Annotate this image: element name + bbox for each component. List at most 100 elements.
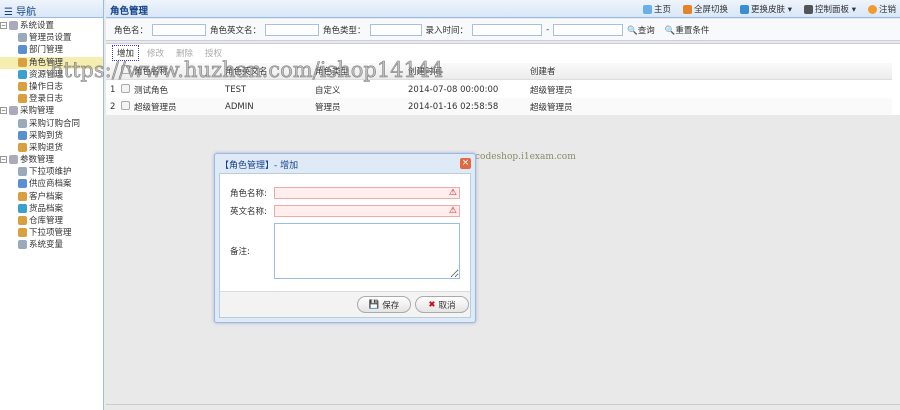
tree-item[interactable]: 仓库管理 — [0, 215, 103, 227]
role-name-label: 角色名： — [114, 25, 149, 36]
cell-type: 自定义 — [315, 85, 341, 96]
date-from-input[interactable] — [472, 23, 543, 36]
item-icon — [18, 142, 27, 152]
col-header[interactable]: 创建者 — [530, 65, 556, 77]
row-checkbox[interactable] — [121, 83, 130, 93]
fullscreen-link[interactable]: 全屏切换 — [683, 3, 728, 15]
date-separator: - — [546, 24, 550, 35]
home-link[interactable]: 主页 — [642, 3, 671, 15]
cell-num: 1 — [110, 84, 116, 95]
item-icon — [18, 240, 27, 250]
cell-en: ADMIN — [225, 101, 254, 112]
tree-item[interactable]: 供应商档案 — [0, 178, 103, 190]
status-footer — [106, 404, 900, 410]
tree-group[interactable]: − 参数管理 — [0, 154, 103, 166]
tree-group[interactable]: − 采购管理 — [0, 105, 103, 117]
tree-item[interactable]: 货品档案 — [0, 203, 103, 215]
collapse-icon[interactable]: − — [0, 107, 7, 115]
role-grid: 增加 修改 删除 授权 角色名称 角色英文名 角色类型 创建时间 创建者 1 测试… — [106, 43, 900, 115]
home-icon — [642, 5, 652, 14]
delete-button[interactable]: 删除 — [172, 46, 197, 60]
role-type-select[interactable] — [369, 23, 422, 36]
col-header[interactable]: 角色英文名 — [225, 65, 268, 77]
remark-textarea[interactable] — [274, 223, 460, 279]
menu-icon: ☰ — [4, 7, 13, 18]
item-icon — [18, 33, 27, 43]
close-icon[interactable]: × — [460, 158, 471, 169]
item-icon — [18, 130, 27, 140]
role-name-field[interactable]: ⚠ — [274, 187, 460, 199]
date-label: 录入时间： — [425, 25, 469, 36]
dialog-footer: 💾 保存 ✖ 取消 — [220, 291, 470, 317]
table-row[interactable]: 1 测试角色 TEST 自定义 2014-07-08 00:00:00 超级管理员 — [106, 81, 892, 98]
folder-icon — [9, 21, 18, 30]
search-bar: 角色名： 角色英文名： 角色类型： 录入时间： - 🔍查询 🔍重置条件 — [106, 19, 900, 41]
item-icon — [18, 167, 27, 177]
tree-item[interactable]: 部门管理 — [0, 44, 103, 56]
role-type-label: 角色类型： — [323, 25, 366, 36]
remark-field-label: 备注: — [230, 247, 250, 257]
top-nav: 主页 全屏切换 更换皮肤 ▾ 控制面板 ▾ 注销 — [642, 3, 896, 15]
edit-button[interactable]: 修改 — [143, 46, 168, 60]
folder-icon — [9, 155, 18, 165]
collapse-icon[interactable]: − — [0, 22, 7, 29]
tree-item[interactable]: 下拉项维护 — [0, 166, 103, 178]
nav-header: ☰ 导航 — [0, 0, 103, 18]
item-icon — [18, 81, 27, 91]
role-name-input[interactable] — [152, 23, 207, 36]
col-header[interactable]: 创建时间 — [408, 65, 442, 77]
tree-item[interactable]: 资源管理 — [0, 69, 103, 81]
save-icon: 💾 — [368, 299, 380, 310]
tree-item[interactable]: 采购退货 — [0, 142, 103, 154]
cell-num: 2 — [110, 101, 116, 112]
cell-creator: 超级管理员 — [530, 102, 573, 113]
tree-item[interactable]: 下拉项管理 — [0, 227, 103, 239]
warning-icon: ⚠ — [448, 206, 457, 216]
grid-toolbar: 增加 修改 删除 授权 — [106, 44, 900, 62]
folder-icon — [9, 106, 18, 116]
tree-item[interactable]: 客户档案 — [0, 191, 103, 203]
panel-titlebar: 角色管理 主页 全屏切换 更换皮肤 ▾ 控制面板 ▾ 注销 — [106, 0, 900, 18]
col-header[interactable]: 角色类型 — [315, 65, 349, 77]
en-name-field[interactable]: ⚠ — [274, 205, 460, 217]
tree-item[interactable]: 角色管理 — [0, 56, 103, 69]
col-header[interactable]: 角色名称 — [134, 65, 168, 77]
tree-item[interactable]: 登录日志 — [0, 93, 103, 105]
tree-item[interactable]: 管理员设置 — [0, 32, 103, 44]
grid-header: 角色名称 角色英文名 角色类型 创建时间 创建者 — [106, 63, 892, 80]
item-icon — [18, 57, 27, 67]
dialog-body: 角色名称: ⚠ 英文名称: ⚠ 备注: 💾 保存 ✖ 取消 — [219, 173, 471, 318]
item-icon — [18, 228, 27, 238]
cell-time: 2014-07-08 00:00:00 — [408, 84, 499, 95]
save-button[interactable]: 💾 保存 — [357, 296, 411, 313]
cancel-button[interactable]: ✖ 取消 — [415, 296, 469, 313]
logout-link[interactable]: 注销 — [867, 3, 896, 15]
en-name-field-label: 英文名称: — [230, 207, 267, 217]
tree-group[interactable]: − 系统设置 — [0, 20, 103, 32]
item-icon — [18, 216, 27, 225]
select-all-checkbox[interactable] — [121, 65, 130, 74]
collapse-icon[interactable]: − — [0, 156, 7, 164]
reset-button[interactable]: 🔍重置条件 — [665, 24, 710, 36]
cell-name: 超级管理员 — [134, 102, 177, 113]
row-checkbox[interactable] — [121, 100, 130, 110]
item-icon — [18, 94, 27, 104]
nav-sidebar: ☰ 导航 − 系统设置 管理员设置 部门管理 角色管理 资源管理 操作日志 登录日志 − 采购管理… — [0, 0, 104, 410]
tree-item[interactable]: 系统变量 — [0, 239, 103, 251]
control-panel-menu[interactable]: 控制面板 ▾ — [804, 3, 856, 15]
date-to-input[interactable] — [553, 23, 624, 36]
query-button[interactable]: 🔍查询 — [627, 24, 655, 36]
add-button[interactable]: 增加 — [112, 45, 140, 61]
skin-menu[interactable]: 更换皮肤 ▾ — [740, 3, 792, 15]
cell-type: 管理员 — [315, 102, 341, 113]
settings-icon — [804, 5, 813, 14]
table-row[interactable]: 2 超级管理员 ADMIN 管理员 2014-01-16 02:58:58 超级管理员 — [106, 98, 892, 115]
tree-item[interactable]: 采购到货 — [0, 130, 103, 142]
role-en-input[interactable] — [265, 23, 320, 36]
item-icon — [18, 179, 27, 189]
cell-creator: 超级管理员 — [530, 85, 573, 96]
tree-item[interactable]: 操作日志 — [0, 81, 103, 93]
authorize-button[interactable]: 授权 — [201, 46, 226, 60]
page-title: 角色管理 — [110, 6, 149, 17]
tree-item[interactable]: 采购订购合同 — [0, 118, 103, 130]
